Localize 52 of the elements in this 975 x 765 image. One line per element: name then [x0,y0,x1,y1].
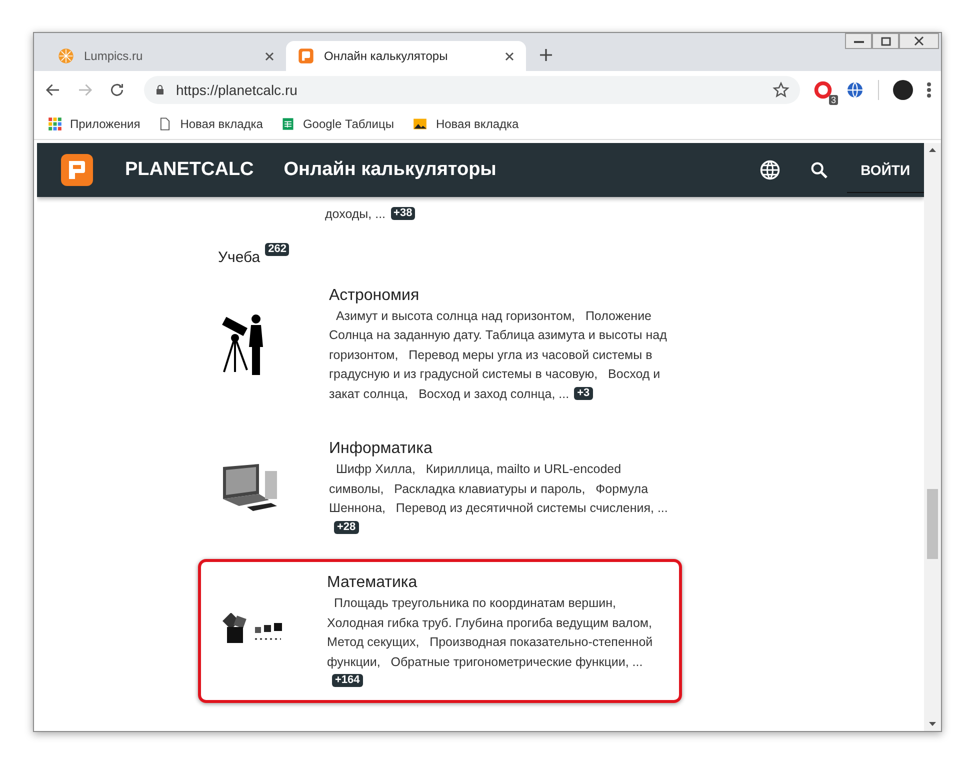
menu-icon [927,82,931,98]
apps-grid-icon [48,117,62,131]
scroll-down-icon[interactable] [929,722,936,726]
item-title[interactable]: Математика [327,574,673,592]
more-count[interactable]: +38 [390,207,416,220]
more-count[interactable]: +3 [574,386,593,400]
item-description: Площадь треугольника по координатам вершин, Холодная гибка труб. Глубина прогиба ведущим валом, Метод секущих, Производная показательно-степенной функции, Обратные тригонометрические функции, ... +164 [327,595,654,689]
category-title: Учеба [218,248,260,266]
browser-tab[interactable]: Онлайн калькуляторы [286,41,526,71]
minimize-icon[interactable] [845,33,872,49]
scrollbar[interactable] [924,143,941,731]
avatar[interactable] [893,80,913,100]
reload-icon [108,81,126,99]
star-icon [772,81,790,99]
browser-tab[interactable]: Lumpics.ru [46,41,286,71]
address-bar[interactable]: https://planetcalc.ru [144,76,800,104]
telescope-person-drawing [221,314,266,376]
item-description: Азимут и высота солнца над горизонтом, Положение Солнца на заданную дату. Таблица азимута и высоты над горизонтом, Перевод меры угла из часовой системы в градусную и из градусной системы в часовую, Восход и закат солнца, Восход и заход солнца, ... +3 [329,308,668,402]
item-title[interactable]: Астрономия [329,286,675,304]
bookmark-link[interactable]: Google Таблицы [280,116,394,132]
close-icon[interactable] [265,52,274,60]
brand-name[interactable]: PLANETCALC [125,159,254,181]
globe-icon [758,159,781,181]
logo-icon[interactable] [61,154,93,186]
image-icon [412,117,428,131]
item-description: Шифр Хилла, Кириллица, mailto и URL-encoded символы, Раскладка клавиатуры и пароль, Формула Шеннона, Перевод из десятичной системы счисления, ... +28 [329,461,669,536]
maximize-icon[interactable] [872,33,899,49]
close-icon[interactable] [899,33,939,49]
new-tab-icon[interactable] [540,49,552,61]
highlighted-card[interactable] [198,559,682,702]
scroll-thumb[interactable] [927,489,938,559]
calculator-logo-icon [298,48,314,64]
citrus-slice-icon [58,48,74,64]
more-count[interactable]: +28 [334,520,359,534]
site-title: Онлайн калькуляторы [284,159,498,181]
globe-icon [846,81,864,99]
bookmark-link[interactable]: Новая вкладка [412,117,519,131]
category-card[interactable]: Информатика Шифр Хилла, Кириллица, mailto и URL-encoded символы, Раскладка клавиатуры и пароль, Формула Шеннона, Перевод из десятичной системы счисления, ... +28 [198,425,684,559]
page-icon [158,116,172,132]
category-count: 262 [265,242,290,256]
spreadsheet-icon [280,116,295,132]
extension-icon[interactable] [814,81,832,99]
more-count[interactable]: +164 [332,674,363,687]
bookmark-link[interactable]: Приложения [48,117,140,131]
search-icon [808,160,829,180]
extension-badge: 3 [828,95,838,105]
scroll-up-icon[interactable] [929,148,936,152]
bookmark-link[interactable]: Новая вкладка [158,116,263,132]
lock-icon [154,83,166,97]
item-title[interactable]: Информатика [329,440,675,458]
close-icon[interactable] [505,52,514,60]
item-description: доходы, ... +38 [325,205,671,224]
